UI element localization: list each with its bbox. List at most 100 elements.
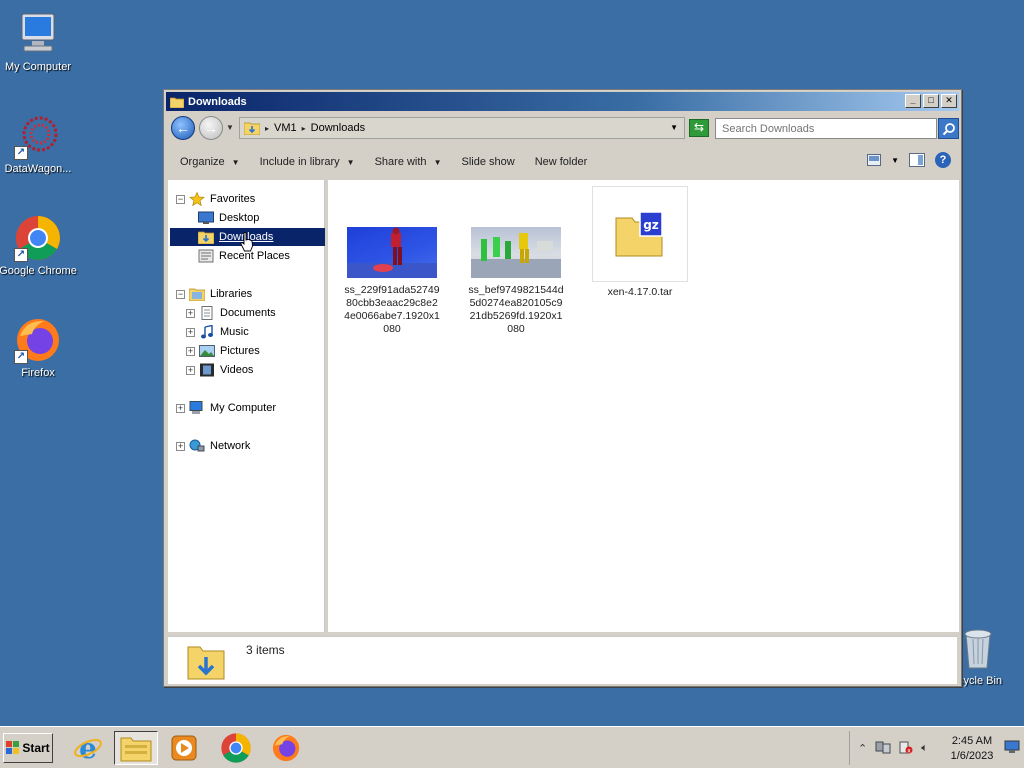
taskbar-media-player[interactable] xyxy=(162,731,206,765)
start-button[interactable]: Start xyxy=(3,733,53,763)
recent-pages-dropdown[interactable]: ▼ xyxy=(226,123,234,132)
navigation-pane[interactable]: − Favorites Desktop Downloads xyxy=(168,180,325,632)
desktop-icon-firefox[interactable]: ↗ Firefox xyxy=(0,316,80,379)
tree-item-my-computer[interactable]: + My Computer xyxy=(176,399,276,417)
volume-icon[interactable]: 🔈︎ xyxy=(921,742,928,755)
tree-item-network[interactable]: + Network xyxy=(176,437,250,455)
pictures-icon xyxy=(199,345,215,357)
close-button[interactable]: ✕ xyxy=(941,94,957,108)
taskbar-google-chrome[interactable] xyxy=(214,731,258,765)
tree-item-videos[interactable]: + Videos xyxy=(186,361,253,379)
desktop-icon-label: My Computer xyxy=(4,61,72,73)
new-folder-label: New folder xyxy=(534,156,588,168)
expand-icon[interactable]: + xyxy=(186,346,195,356)
desktop-icon xyxy=(198,211,214,224)
music-icon xyxy=(201,325,213,339)
my-computer-icon xyxy=(14,10,62,58)
downloads-folder-icon xyxy=(244,122,260,135)
breadcrumb-downloads[interactable]: Downloads xyxy=(311,122,365,134)
show-hidden-icons-icon[interactable]: ⌃ xyxy=(858,742,867,755)
collapse-icon[interactable]: − xyxy=(176,194,185,204)
tree-label: Videos xyxy=(220,364,254,376)
tree-label: Music xyxy=(220,326,249,338)
file-item[interactable]: ss_bef9749821544d5d0274ea820105c921db526… xyxy=(468,227,564,336)
explorer-window[interactable]: Downloads _ □ ✕ ← → ▼ ▸ VM1 ▸ Downloads … xyxy=(163,89,962,687)
collapse-icon[interactable]: − xyxy=(176,289,185,299)
datawagon-icon: ↗ xyxy=(14,112,62,160)
firefox-icon xyxy=(272,734,300,762)
tree-item-pictures[interactable]: + Pictures xyxy=(186,342,260,360)
search-button[interactable] xyxy=(938,118,959,139)
maximize-button[interactable]: □ xyxy=(923,94,939,108)
organize-button[interactable]: Organize ▼ xyxy=(180,156,240,168)
show-desktop-icon[interactable] xyxy=(1004,740,1020,757)
documents-icon xyxy=(201,306,213,320)
chrome-icon: ↗ xyxy=(14,214,62,262)
clock[interactable]: 2:45 AM 1/6/2023 xyxy=(946,734,998,764)
tree-label: Desktop xyxy=(219,212,260,224)
new-folder-button[interactable]: New folder xyxy=(535,156,588,168)
help-icon[interactable]: ? xyxy=(935,152,951,168)
breadcrumb-vm1[interactable]: VM1 xyxy=(274,122,297,134)
refresh-button[interactable]: ⇆ xyxy=(689,119,709,137)
desktop-icon-google-chrome[interactable]: ↗ Google Chrome xyxy=(0,214,80,277)
expand-icon[interactable]: + xyxy=(176,403,185,413)
tree-item-libraries[interactable]: − Libraries xyxy=(176,285,252,303)
tree-item-music[interactable]: + Music xyxy=(186,323,249,341)
address-dropdown-icon[interactable]: ▼ xyxy=(670,123,678,132)
desktop-icon-datawagon[interactable]: ↗ DataWagon... xyxy=(0,112,80,175)
taskbar-file-explorer[interactable] xyxy=(114,731,158,765)
expand-icon[interactable]: + xyxy=(186,365,195,375)
minimize-button[interactable]: _ xyxy=(905,94,921,108)
expand-icon[interactable]: + xyxy=(186,327,195,337)
tree-item-favorites[interactable]: − Favorites xyxy=(176,190,255,208)
clock-time: 2:45 AM xyxy=(951,735,993,747)
include-in-library-button[interactable]: Include in library ▼ xyxy=(260,156,355,168)
internet-explorer-icon: e xyxy=(74,733,102,763)
tree-item-desktop[interactable]: Desktop xyxy=(198,209,259,227)
address-bar[interactable]: ▸ VM1 ▸ Downloads ▼ xyxy=(239,117,685,139)
back-button[interactable]: ← xyxy=(171,116,195,140)
file-item[interactable]: gz xen-4.17.0.tar xyxy=(592,186,688,299)
file-name: xen-4.17.0.tar xyxy=(607,286,673,298)
include-in-library-label: Include in library xyxy=(259,156,340,168)
slide-show-button[interactable]: Slide show xyxy=(461,156,514,168)
address-row: ← → ▼ ▸ VM1 ▸ Downloads ▼ ⇆ xyxy=(166,113,959,143)
title-bar[interactable]: Downloads _ □ ✕ xyxy=(166,92,959,111)
downloads-folder-icon xyxy=(187,646,225,680)
network-icon xyxy=(189,439,205,452)
view-options-dropdown-icon[interactable]: ▼ xyxy=(891,156,899,165)
taskbar-internet-explorer[interactable]: e xyxy=(66,731,110,765)
chevron-down-icon: ▼ xyxy=(433,157,442,167)
share-with-button[interactable]: Share with ▼ xyxy=(375,156,442,168)
organize-label: Organize xyxy=(180,156,225,168)
image-thumbnail xyxy=(471,227,561,278)
network-status-icon[interactable] xyxy=(875,740,891,757)
desktop-icon-my-computer[interactable]: My Computer xyxy=(0,10,80,73)
forward-button[interactable]: → xyxy=(199,116,223,140)
window-title: Downloads xyxy=(188,95,247,108)
expand-icon[interactable]: + xyxy=(176,441,185,451)
tree-item-documents[interactable]: + Documents xyxy=(186,304,276,322)
search-input[interactable] xyxy=(715,118,937,139)
preview-pane-icon[interactable] xyxy=(909,153,925,167)
change-view-icon[interactable] xyxy=(867,154,882,166)
breadcrumb-separator-icon[interactable]: ▸ xyxy=(302,124,306,133)
system-tray: ⌃ x 🔈︎ 2:45 AM 1/6/2023 xyxy=(849,731,1024,765)
taskbar-firefox[interactable] xyxy=(264,731,308,765)
file-list[interactable]: ss_229f91ada5274980cbb3eaac29c8e24e0066a… xyxy=(328,180,959,632)
action-center-icon[interactable]: x xyxy=(899,740,913,757)
clock-date: 1/6/2023 xyxy=(950,750,994,762)
archive-file-frame: gz xyxy=(592,186,688,282)
details-pane: 3 items xyxy=(168,636,957,684)
desktop-icon-label: Google Chrome xyxy=(0,265,77,277)
expand-icon[interactable]: + xyxy=(186,308,195,318)
chevron-down-icon: ▼ xyxy=(231,157,240,167)
media-player-icon xyxy=(171,735,197,761)
breadcrumb-separator-icon[interactable]: ▸ xyxy=(265,124,269,133)
file-name: ss_229f91ada5274980cbb3eaac29c8e24e0066a… xyxy=(344,284,440,335)
command-bar: Organize ▼ Include in library ▼ Share wi… xyxy=(166,146,959,178)
file-item[interactable]: ss_229f91ada5274980cbb3eaac29c8e24e0066a… xyxy=(344,227,440,336)
file-name: ss_bef9749821544d5d0274ea820105c921db526… xyxy=(468,284,564,335)
tree-label: Documents xyxy=(220,307,276,319)
